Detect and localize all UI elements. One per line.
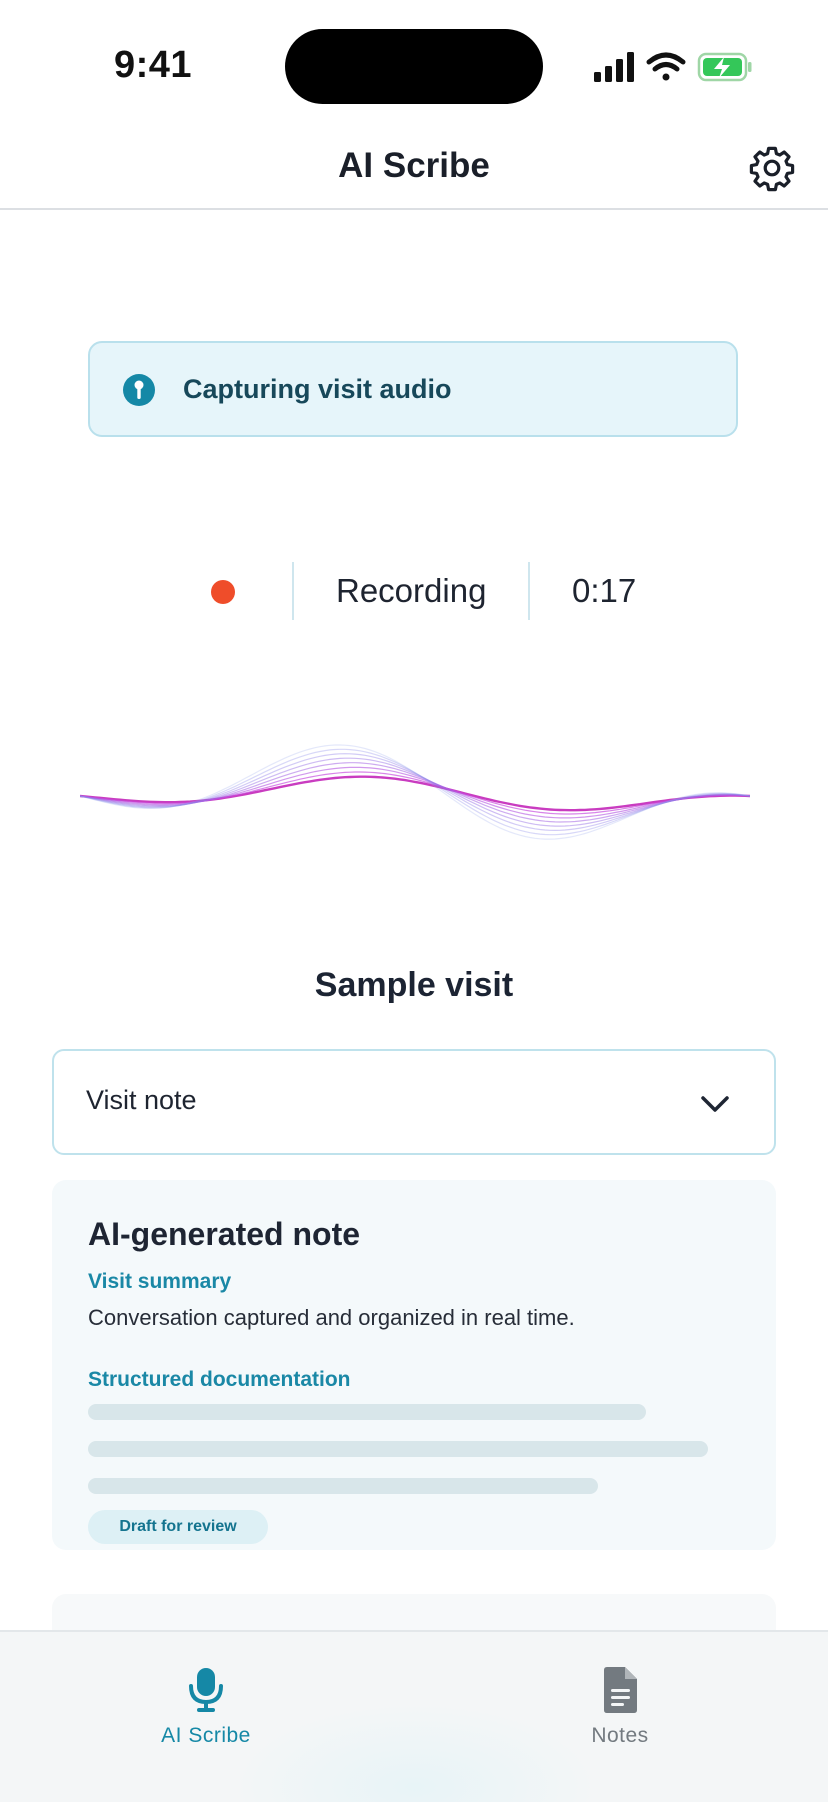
recording-status: Recording 0:17	[0, 560, 828, 622]
waveform-line	[80, 753, 750, 832]
chevron-down-icon	[701, 1096, 729, 1112]
waveform-line	[80, 748, 750, 836]
recording-label: Recording	[336, 572, 487, 609]
waveform-line	[80, 744, 750, 840]
ai-note-card: AI-generated note Visit summary Conversa…	[52, 1180, 776, 1550]
visit-title: Sample visit	[314, 966, 514, 1004]
dynamic-island	[285, 29, 543, 104]
skeleton-line	[88, 1441, 708, 1457]
recording-dot-icon	[211, 580, 235, 604]
tab-label: AI Scribe	[161, 1724, 251, 1747]
skeleton-line	[88, 1404, 646, 1420]
divider	[528, 562, 530, 620]
nav-header: AI Scribe	[0, 120, 828, 210]
visit-summary-text: Conversation captured and organized in r…	[88, 1305, 575, 1330]
page-title: AI Scribe	[338, 146, 490, 185]
gear-icon[interactable]	[748, 144, 796, 192]
waveform-line	[80, 762, 750, 823]
info-icon	[123, 374, 155, 406]
wifi-icon	[646, 52, 686, 81]
note-type-select[interactable]: Visit note	[52, 1049, 776, 1155]
tab-ai-scribe[interactable]: AI Scribe	[106, 1652, 306, 1752]
tab-label: Notes	[591, 1724, 649, 1747]
waveform-line	[80, 757, 750, 827]
banner-text: Capturing visit audio	[183, 374, 452, 404]
document-icon	[604, 1667, 637, 1713]
tab-notes[interactable]: Notes	[520, 1652, 720, 1752]
cellular-signal-icon	[594, 52, 634, 82]
next-card-partial	[52, 1594, 776, 1634]
status-time: 9:41	[114, 44, 193, 86]
audio-waveform	[80, 744, 750, 840]
status-icons	[594, 52, 752, 82]
structured-documentation-label: Structured documentation	[88, 1368, 351, 1391]
note-type-value: Visit note	[86, 1085, 197, 1115]
recording-timer: 0:17	[572, 572, 637, 609]
divider	[292, 562, 294, 620]
note-heading: AI-generated note	[88, 1216, 361, 1252]
tab-bar: AI Scribe Notes	[0, 1630, 828, 1802]
draft-status-badge: Draft for review	[88, 1510, 268, 1544]
status-bar: 9:41	[0, 0, 828, 120]
capture-status-banner: Capturing visit audio	[88, 341, 738, 437]
battery-charging-icon	[697, 52, 752, 82]
skeleton-line	[88, 1478, 598, 1494]
microphone-icon	[189, 1668, 223, 1712]
visit-summary-label: Visit summary	[88, 1270, 232, 1293]
